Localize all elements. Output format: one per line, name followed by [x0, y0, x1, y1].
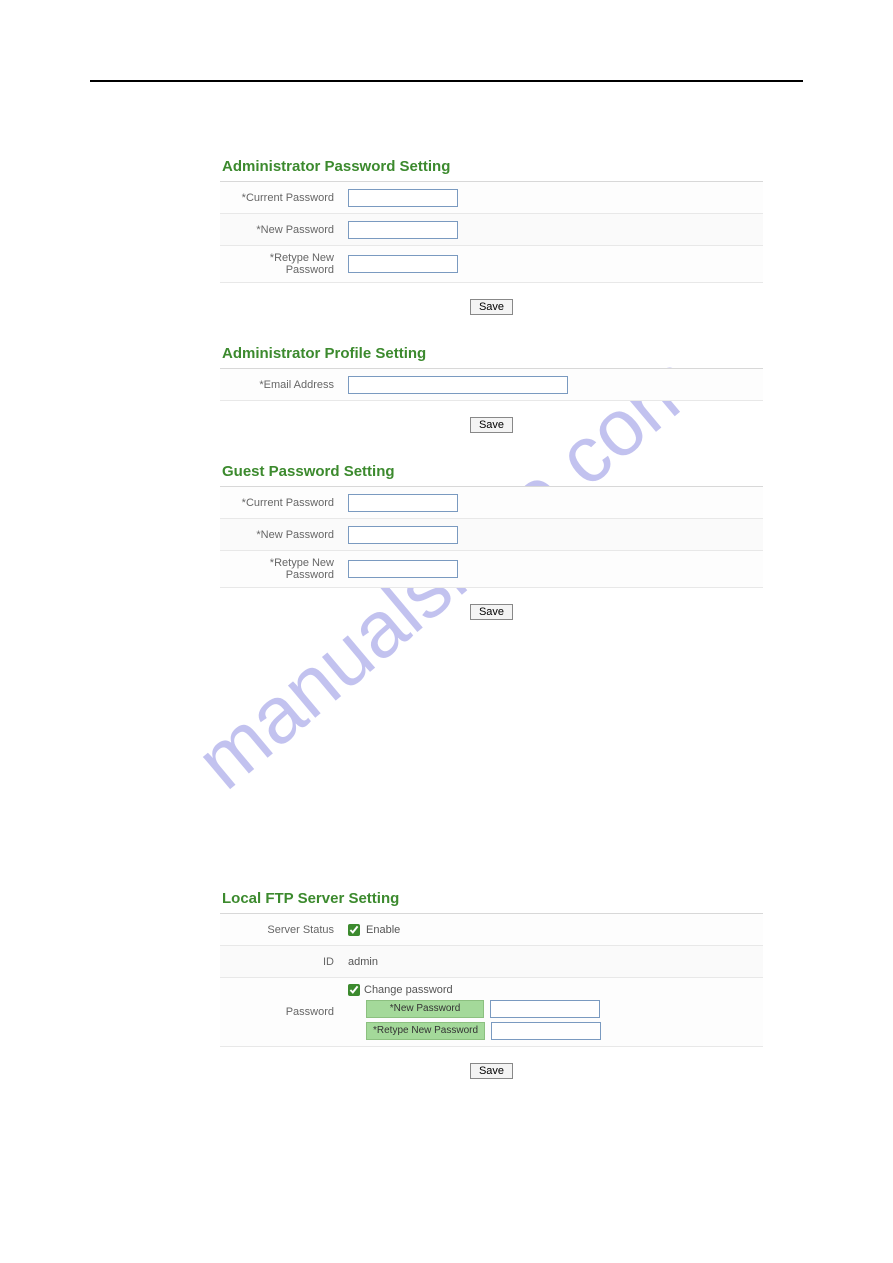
ftp-password-row: Password Change password *New Password *… [220, 978, 763, 1047]
guest-new-pw-row: *New Password [220, 519, 763, 551]
ftp-status-label: Server Status [220, 918, 342, 942]
admin-retype-pw-input[interactable] [348, 255, 458, 273]
admin-email-label: *Email Address [220, 373, 342, 397]
guest-retype-pw-input[interactable] [348, 560, 458, 578]
ftp-id-row: ID admin [220, 946, 763, 978]
ftp-enable-text: Enable [366, 924, 400, 936]
ftp-save-row: Save [220, 1047, 763, 1103]
guest-pw-save-button[interactable]: Save [470, 604, 513, 620]
guest-pw-title: Guest Password Setting [220, 457, 763, 487]
guest-current-pw-input[interactable] [348, 494, 458, 512]
admin-profile-save-button[interactable]: Save [470, 417, 513, 433]
ftp-save-button[interactable]: Save [470, 1063, 513, 1079]
ftp-id-label: ID [220, 950, 342, 974]
admin-profile-section: Administrator Profile Setting *Email Add… [220, 339, 763, 457]
spacer [220, 644, 763, 884]
guest-password-section: Guest Password Setting *Current Password… [220, 457, 763, 644]
ftp-retype-pw-input[interactable] [491, 1022, 601, 1040]
ftp-new-pw-label: *New Password [366, 1000, 484, 1018]
ftp-id-value: admin [348, 956, 378, 968]
guest-current-pw-row: *Current Password [220, 487, 763, 519]
admin-email-input[interactable] [348, 376, 568, 394]
content-area: Administrator Password Setting *Current … [220, 152, 763, 1103]
admin-pw-save-button[interactable]: Save [470, 299, 513, 315]
ftp-section: Local FTP Server Setting Server Status E… [220, 884, 763, 1103]
guest-current-pw-label: *Current Password [220, 491, 342, 515]
ftp-change-pw-checkbox[interactable] [348, 984, 360, 996]
ftp-enable-checkbox[interactable] [348, 924, 360, 936]
admin-pw-save-row: Save [220, 283, 763, 339]
admin-retype-pw-row: *Retype New Password [220, 246, 763, 283]
guest-new-pw-input[interactable] [348, 526, 458, 544]
admin-new-pw-input[interactable] [348, 221, 458, 239]
guest-new-pw-label: *New Password [220, 523, 342, 547]
admin-email-row: *Email Address [220, 369, 763, 401]
admin-current-pw-input[interactable] [348, 189, 458, 207]
guest-pw-save-row: Save [220, 588, 763, 644]
header-rule [90, 80, 803, 82]
admin-profile-title: Administrator Profile Setting [220, 339, 763, 369]
admin-pw-title: Administrator Password Setting [220, 152, 763, 182]
ftp-password-label: Password [220, 1000, 342, 1024]
guest-retype-pw-row: *Retype New Password [220, 551, 763, 588]
admin-profile-save-row: Save [220, 401, 763, 457]
admin-retype-pw-label: *Retype New Password [220, 246, 342, 282]
admin-current-pw-label: *Current Password [220, 186, 342, 210]
ftp-new-pw-input[interactable] [490, 1000, 600, 1018]
admin-password-section: Administrator Password Setting *Current … [220, 152, 763, 339]
ftp-change-pw-text: Change password [364, 984, 453, 996]
guest-retype-pw-label: *Retype New Password [220, 551, 342, 587]
ftp-retype-pw-label: *Retype New Password [366, 1022, 485, 1040]
admin-new-pw-label: *New Password [220, 218, 342, 242]
ftp-status-row: Server Status Enable [220, 914, 763, 946]
ftp-title: Local FTP Server Setting [220, 884, 763, 914]
admin-new-pw-row: *New Password [220, 214, 763, 246]
admin-current-pw-row: *Current Password [220, 182, 763, 214]
